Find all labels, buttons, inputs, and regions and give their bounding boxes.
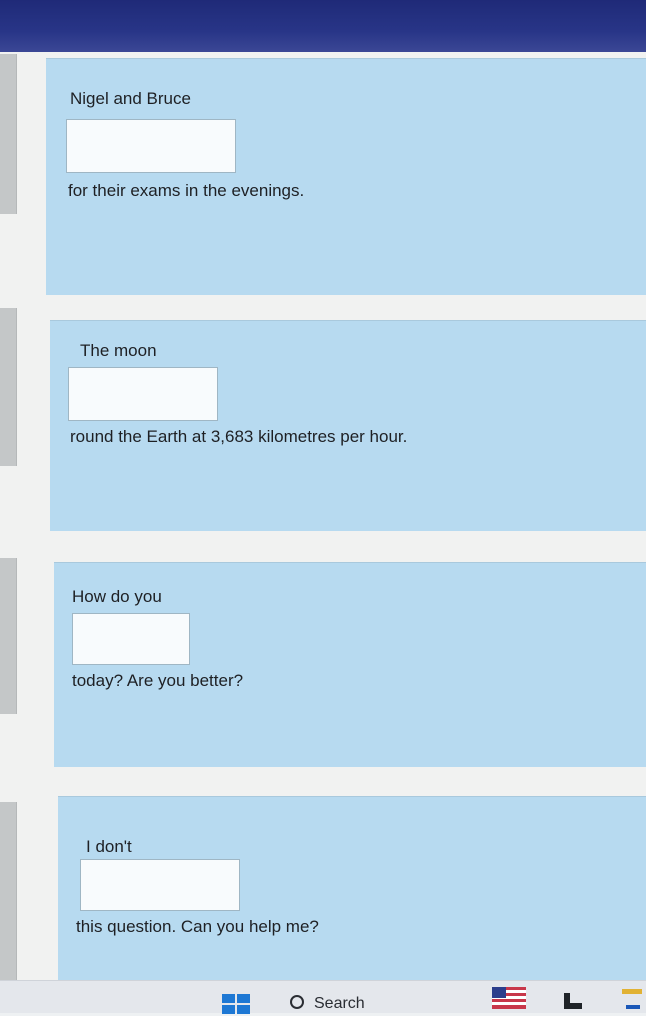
side-strip: [0, 802, 17, 980]
top-bar: [0, 0, 646, 52]
question-text-after: for their exams in the evenings.: [68, 181, 305, 200]
side-strip: [0, 54, 17, 214]
answer-input-3[interactable]: [72, 613, 190, 665]
app-icon[interactable]: [620, 989, 644, 1011]
question-text-before: Nigel and Bruce: [70, 89, 191, 108]
question-text-after: round the Earth at 3,683 kilometres per …: [70, 427, 408, 446]
windows-start-icon[interactable]: [222, 994, 250, 1014]
side-strip: [0, 308, 17, 466]
question-text-before: I don't: [86, 837, 132, 856]
question-text-after: this question. Can you help me?: [76, 917, 319, 936]
flag-widget-icon[interactable]: [492, 987, 526, 1009]
taskbar: Search: [0, 980, 646, 1014]
question-text-before: The moon: [80, 341, 157, 360]
question-text-after: today? Are you better?: [72, 671, 244, 690]
search-label: Search: [314, 995, 365, 1012]
answer-input-1[interactable]: [66, 119, 236, 173]
file-explorer-icon[interactable]: [562, 991, 584, 1011]
question-card-2: The moon round the Earth at 3,683 kilome…: [50, 320, 646, 531]
answer-input-2[interactable]: [68, 367, 218, 421]
question-card-1: Nigel and Bruce for their exams in the e…: [46, 58, 646, 295]
answer-input-4[interactable]: [80, 859, 240, 911]
question-page: Nigel and Bruce for their exams in the e…: [0, 52, 646, 981]
question-card-3: How do you today? Are you better?: [54, 562, 646, 767]
question-card-4: I don't this question. Can you help me?: [58, 796, 646, 981]
side-strip: [0, 558, 17, 714]
search-icon: [290, 995, 304, 1009]
question-text-before: How do you: [72, 587, 162, 606]
